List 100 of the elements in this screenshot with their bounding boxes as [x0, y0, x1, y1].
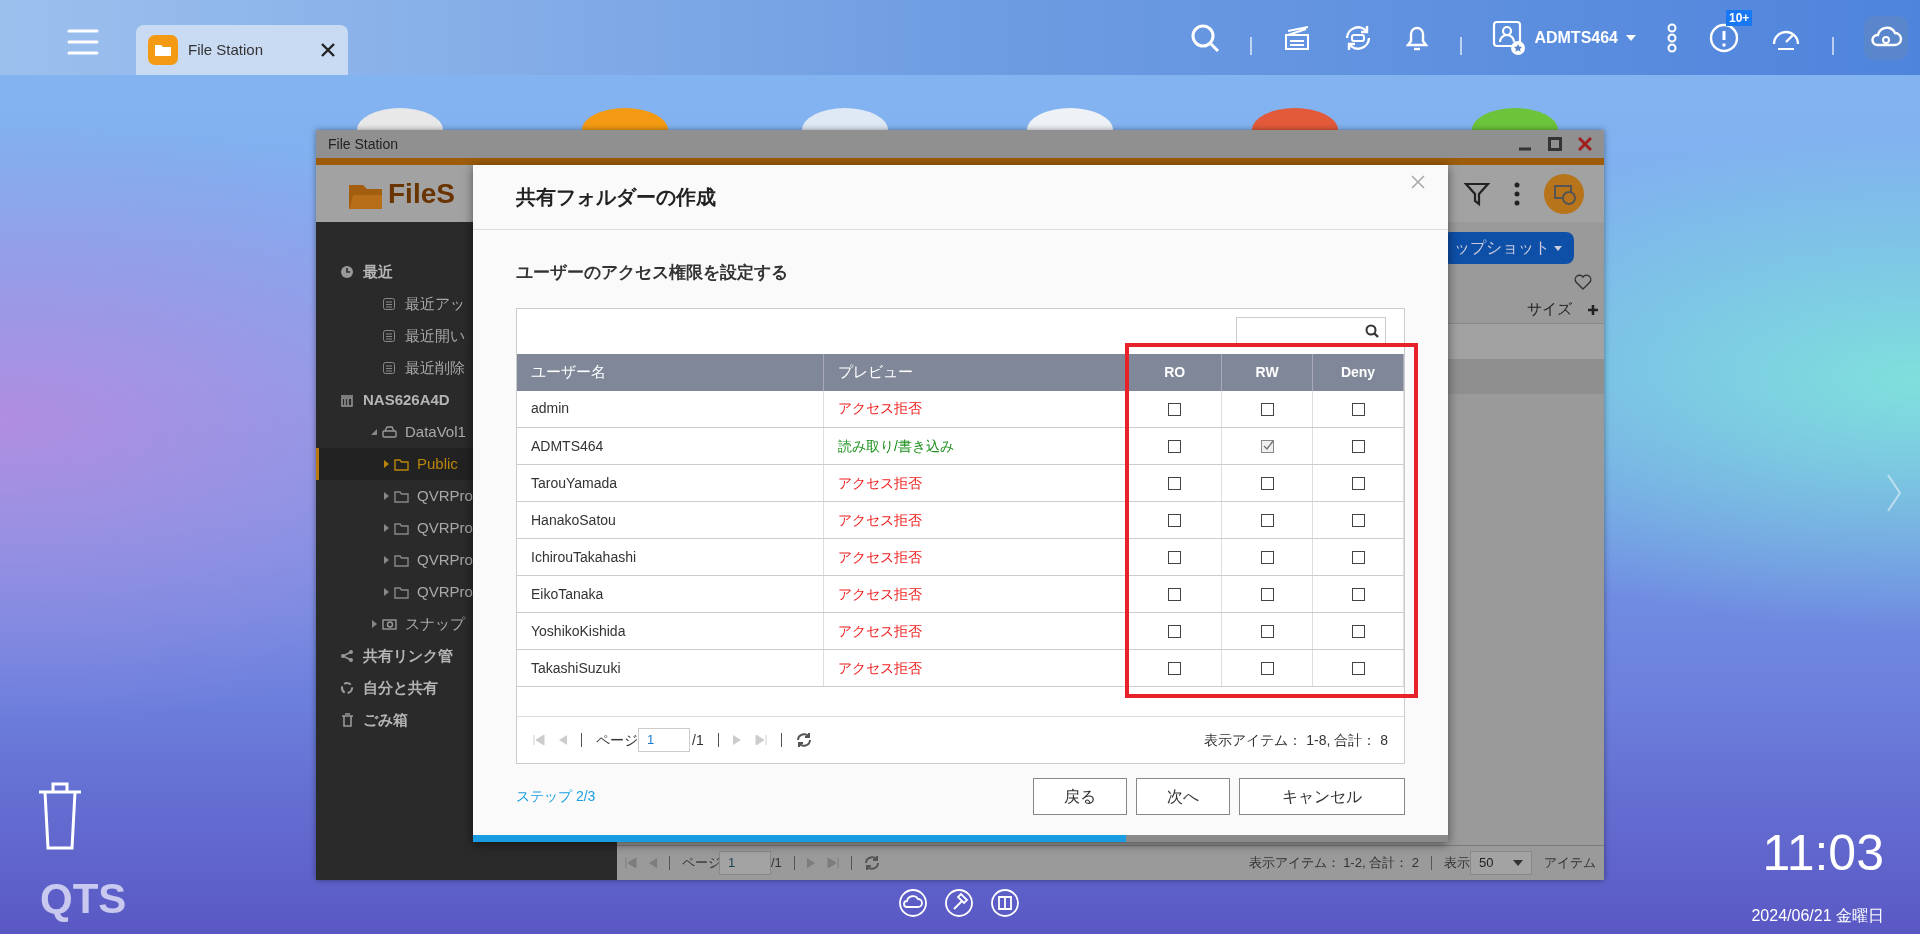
page-total: /1	[692, 730, 704, 750]
dialog-button[interactable]: キャンセル	[1239, 778, 1405, 815]
column-header[interactable]: Deny	[1312, 353, 1404, 391]
checkbox[interactable]	[1168, 440, 1182, 454]
checkbox[interactable]	[1260, 588, 1274, 602]
trash-icon	[340, 712, 355, 728]
circle-arrows-icon	[340, 680, 355, 696]
sidebar-item[interactable]: 最近開い	[316, 320, 617, 352]
user-name-cell: YoshikoKishida	[517, 612, 824, 650]
checkbox[interactable]	[1351, 551, 1365, 565]
folder-icon	[394, 552, 409, 568]
checkbox[interactable]	[1260, 625, 1274, 639]
monitor-icon[interactable]	[1544, 173, 1584, 214]
clock: 11:03	[1762, 828, 1884, 878]
checkbox[interactable]	[1351, 440, 1365, 454]
hammer-circle-icon[interactable]	[944, 888, 974, 918]
dialog-subtitle: ユーザーのアクセス権限を設定する	[516, 262, 789, 284]
checkbox[interactable]	[1351, 514, 1365, 528]
checkbox[interactable]	[1260, 440, 1274, 454]
checkbox[interactable]	[1168, 403, 1182, 417]
caret-icon[interactable]	[1626, 34, 1636, 41]
checkbox[interactable]	[1168, 514, 1182, 528]
info-icon[interactable]	[1708, 21, 1740, 54]
access-preview-cell: アクセス拒否	[823, 612, 1128, 650]
checkbox[interactable]	[1260, 403, 1274, 417]
cloud-circle-icon[interactable]	[898, 888, 928, 918]
access-preview-cell: アクセス拒否	[823, 501, 1128, 539]
checkbox[interactable]	[1168, 662, 1182, 676]
app-tab[interactable]: File Station	[136, 25, 348, 75]
checkbox[interactable]	[1168, 551, 1182, 565]
page-field[interactable]: 1	[719, 851, 771, 875]
folder-icon	[394, 520, 409, 536]
dialog-button[interactable]: 次へ	[1136, 778, 1230, 815]
checkbox[interactable]	[1351, 477, 1365, 491]
per-page-select[interactable]: 50	[1470, 851, 1532, 875]
trash-icon[interactable]	[36, 780, 84, 850]
expand-arrow-icon[interactable]	[382, 460, 390, 468]
refresh-icon[interactable]	[795, 732, 812, 748]
access-preview-cell: アクセス拒否	[823, 649, 1128, 687]
expand-arrow-icon[interactable]	[370, 428, 378, 436]
user-name[interactable]: ADMTS464	[1534, 25, 1618, 50]
checkbox[interactable]	[1168, 477, 1182, 491]
access-preview-cell: アクセス拒否	[823, 538, 1128, 576]
user-name-cell: HanakoSatou	[517, 501, 824, 539]
user-name-cell: IchirouTakahashi	[517, 538, 824, 576]
camera-icon	[382, 616, 397, 632]
maximize-icon[interactable]	[1548, 137, 1562, 151]
checkbox[interactable]	[1260, 662, 1274, 676]
more-icon[interactable]	[1666, 22, 1678, 53]
heart-icon[interactable]	[1574, 274, 1592, 290]
folder-icon	[148, 35, 178, 65]
close-icon[interactable]	[320, 42, 336, 58]
checkbox[interactable]	[1351, 403, 1365, 417]
checkbox[interactable]	[1351, 588, 1365, 602]
dialog-button[interactable]: 戻る	[1033, 778, 1127, 815]
list-icon	[382, 360, 397, 376]
column-header[interactable]: RO	[1127, 353, 1222, 391]
access-preview-cell: アクセス拒否	[823, 575, 1128, 613]
search-icon[interactable]	[1190, 22, 1221, 53]
book-circle-icon[interactable]	[990, 888, 1020, 918]
app-name: FileS	[388, 176, 455, 211]
expand-arrow-icon[interactable]	[382, 556, 390, 564]
cloud-icon[interactable]	[1864, 15, 1908, 60]
checkbox[interactable]	[1351, 662, 1365, 676]
expand-arrow-icon[interactable]	[382, 524, 390, 532]
checkbox[interactable]	[1260, 514, 1274, 528]
checkbox[interactable]	[1351, 625, 1365, 639]
column-header[interactable]: サイズ	[1527, 298, 1572, 321]
list-icon	[382, 296, 397, 312]
user-name-cell: TakashiSuzuki	[517, 649, 824, 687]
user-name-cell: ADMTS464	[517, 427, 824, 465]
add-column-icon[interactable]	[1588, 304, 1598, 315]
logo: QTS	[40, 878, 127, 920]
expand-arrow-icon[interactable]	[382, 588, 390, 596]
more-icon[interactable]	[1514, 181, 1520, 206]
checkbox[interactable]	[1260, 551, 1274, 565]
checkbox[interactable]	[1260, 477, 1274, 491]
search-field[interactable]	[1236, 317, 1386, 345]
checkbox[interactable]	[1168, 625, 1182, 639]
expand-arrow-icon[interactable]	[370, 620, 378, 628]
filter-icon[interactable]	[1464, 180, 1490, 207]
notification-badge: 10+	[1726, 9, 1753, 26]
page-field[interactable]: 1	[638, 728, 690, 752]
list-icon	[382, 328, 397, 344]
column-header[interactable]: プレビュー	[823, 353, 1128, 391]
folder-icon	[394, 584, 409, 600]
caret-icon	[1554, 246, 1562, 252]
column-header[interactable]: ユーザー名	[517, 353, 824, 391]
expand-arrow-icon[interactable]	[382, 492, 390, 500]
checkbox[interactable]	[1168, 588, 1182, 602]
per-page-label: 表示	[1444, 854, 1470, 873]
user-icon[interactable]	[1492, 19, 1527, 56]
window-title: File Station	[328, 134, 399, 154]
column-header[interactable]: RW	[1221, 353, 1313, 391]
folder-icon	[394, 488, 409, 504]
sidebar-item[interactable]: 最近アッ	[316, 288, 617, 320]
user-name-cell: TarouYamada	[517, 464, 824, 502]
item-count: 表示アイテム： 1-2, 合計： 2	[1248, 854, 1419, 873]
tab-label: File Station	[188, 39, 265, 60]
drive-icon	[382, 424, 397, 440]
